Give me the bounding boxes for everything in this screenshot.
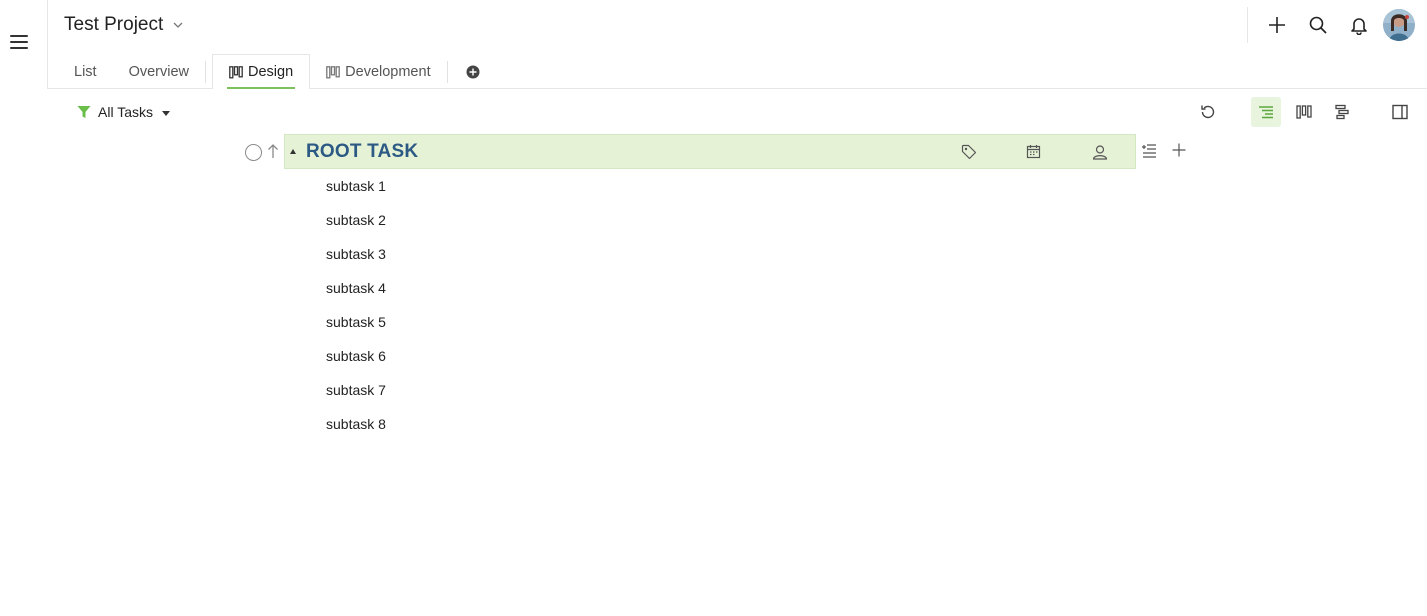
caret-down-icon bbox=[161, 110, 170, 116]
tab-label: Design bbox=[248, 64, 294, 80]
refresh-icon bbox=[1201, 105, 1215, 119]
board-icon bbox=[229, 65, 243, 78]
tab-label: Development bbox=[345, 64, 431, 80]
assignee-field[interactable] bbox=[1065, 144, 1135, 160]
add-button[interactable] bbox=[1256, 6, 1297, 44]
filter-label: All Tasks bbox=[98, 104, 153, 120]
subtask-item[interactable]: subtask 1 bbox=[326, 169, 386, 203]
subtask-item[interactable]: subtask 5 bbox=[326, 305, 386, 339]
tab-list[interactable]: List bbox=[48, 55, 113, 89]
subtask-item[interactable]: subtask 7 bbox=[326, 373, 386, 407]
hamburger-icon[interactable] bbox=[10, 35, 28, 49]
root-task-row: ROOT TASK bbox=[0, 134, 1427, 169]
search-button[interactable] bbox=[1297, 6, 1338, 44]
root-task-title[interactable]: ROOT TASK bbox=[306, 141, 418, 163]
search-icon bbox=[1309, 16, 1327, 34]
root-task-bar[interactable]: ROOT TASK bbox=[284, 134, 1136, 169]
subtask-item[interactable]: subtask 4 bbox=[326, 271, 386, 305]
side-panel-button[interactable] bbox=[1385, 97, 1415, 127]
gantt-view-icon bbox=[1335, 104, 1349, 120]
board-icon bbox=[326, 65, 341, 78]
plus-icon bbox=[1268, 17, 1285, 33]
plus-icon[interactable] bbox=[1171, 142, 1187, 158]
add-tab-button[interactable] bbox=[448, 55, 498, 89]
plus-circle-icon bbox=[466, 65, 480, 79]
board-view-icon bbox=[1296, 105, 1312, 119]
header-actions bbox=[1247, 6, 1415, 44]
subtask-item[interactable]: subtask 2 bbox=[326, 203, 386, 237]
filter-dropdown[interactable]: All Tasks bbox=[77, 104, 170, 120]
tab-design[interactable]: Design bbox=[212, 54, 311, 89]
complete-task-checkbox[interactable] bbox=[245, 144, 262, 161]
subtask-item[interactable]: subtask 3 bbox=[326, 237, 386, 271]
header-divider bbox=[1247, 7, 1248, 43]
bell-icon bbox=[1350, 18, 1367, 35]
filter-icon bbox=[77, 106, 91, 118]
user-icon bbox=[1092, 144, 1108, 160]
project-title-dropdown[interactable]: Test Project bbox=[64, 14, 185, 36]
due-date-field[interactable] bbox=[1001, 144, 1065, 159]
side-panel-icon bbox=[1392, 104, 1408, 120]
view-tabs: List Overview Design Development bbox=[48, 54, 498, 89]
tree-view-icon bbox=[1259, 106, 1273, 119]
view-tools bbox=[1185, 97, 1427, 127]
tab-development[interactable]: Development bbox=[310, 55, 446, 89]
root-task-actions bbox=[1141, 142, 1187, 158]
tag-field[interactable] bbox=[937, 144, 1001, 160]
chevron-down-icon bbox=[173, 22, 183, 28]
subtask-item[interactable]: subtask 6 bbox=[326, 339, 386, 373]
collapse-toggle-icon[interactable] bbox=[290, 149, 296, 154]
board-view-button[interactable] bbox=[1289, 97, 1319, 127]
tree-view-button[interactable] bbox=[1251, 97, 1281, 127]
user-photo-icon bbox=[1383, 9, 1415, 41]
tag-icon bbox=[961, 144, 977, 159]
tab-label: Overview bbox=[128, 64, 190, 80]
calendar-icon bbox=[1026, 145, 1040, 159]
subtask-list: subtask 1 subtask 2 subtask 3 subtask 4 … bbox=[326, 169, 386, 441]
add-subtask-icon[interactable] bbox=[1141, 142, 1157, 158]
sidebar-toggle-area bbox=[0, 0, 48, 89]
notifications-button[interactable] bbox=[1338, 6, 1379, 44]
project-title: Test Project bbox=[64, 14, 164, 35]
avatar[interactable] bbox=[1383, 9, 1415, 41]
tab-label: List bbox=[74, 64, 97, 80]
subtask-item[interactable]: subtask 8 bbox=[326, 407, 386, 441]
arrow-up-icon[interactable] bbox=[267, 143, 279, 159]
gantt-view-button[interactable] bbox=[1327, 97, 1357, 127]
project-header: Test Project List Overview Design Develo… bbox=[48, 0, 1427, 89]
task-toolbar: All Tasks bbox=[0, 90, 1427, 134]
refresh-button[interactable] bbox=[1193, 97, 1223, 127]
root-task-fields bbox=[937, 135, 1135, 168]
tab-overview[interactable]: Overview bbox=[113, 55, 205, 89]
